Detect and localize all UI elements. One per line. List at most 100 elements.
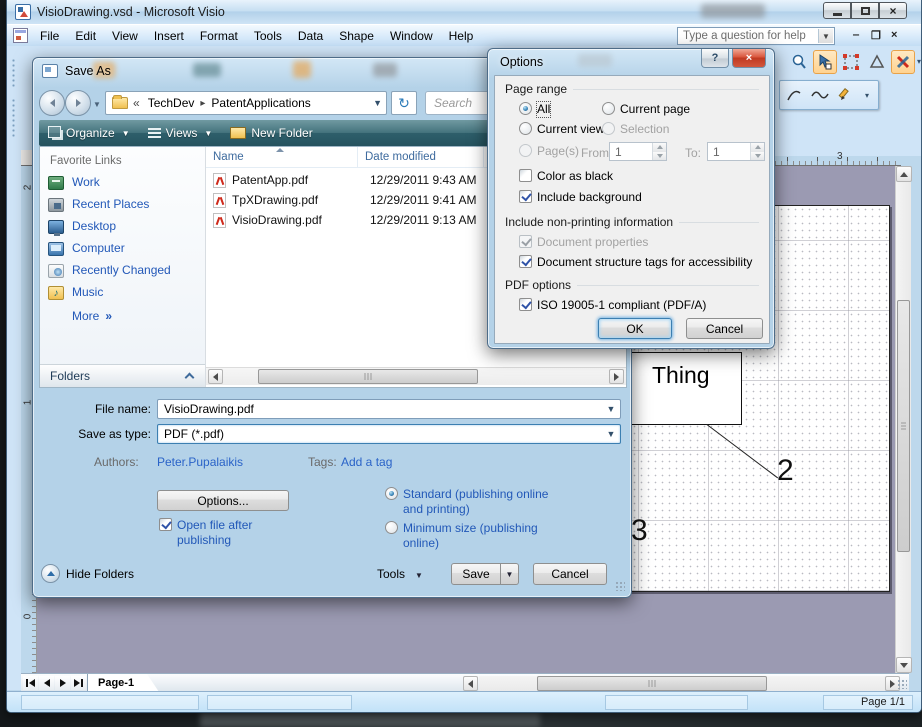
current-page-radio[interactable] bbox=[602, 102, 615, 115]
column-header-date-modified[interactable]: Date modified bbox=[358, 147, 484, 167]
open-file-after-publishing-checkbox[interactable] bbox=[159, 518, 172, 531]
triangle-left-icon bbox=[29, 679, 35, 687]
toolbar-overflow-icon[interactable]: ▾ bbox=[915, 58, 922, 65]
sidebar-item-recently-changed[interactable]: Recently Changed bbox=[48, 263, 171, 278]
current-view-radio[interactable] bbox=[519, 122, 532, 135]
document-structure-tags-checkbox[interactable] bbox=[519, 255, 532, 268]
delete-x-icon[interactable] bbox=[891, 50, 915, 74]
pencil-tool-icon[interactable] bbox=[834, 83, 858, 107]
file-list-horizontal-scrollbar[interactable] bbox=[206, 367, 626, 385]
standard-publishing-radio[interactable] bbox=[385, 487, 398, 500]
save-dropdown-button[interactable]: ▼ bbox=[501, 563, 519, 585]
nav-history-dropdown-icon[interactable]: ▼ bbox=[93, 100, 101, 109]
mdi-close-button[interactable]: × bbox=[891, 29, 897, 41]
include-background-checkbox[interactable] bbox=[519, 190, 532, 203]
close-button[interactable]: × bbox=[879, 2, 907, 19]
sidebar-item-recent-places[interactable]: Recent Places bbox=[48, 197, 149, 212]
background-window-fragment bbox=[200, 712, 540, 727]
help-button[interactable]: ? bbox=[701, 49, 729, 68]
sidebar-item-computer[interactable]: Computer bbox=[48, 241, 125, 256]
breadcrumb-overflow-chevrons[interactable]: « bbox=[133, 96, 140, 110]
zoom-tool-icon[interactable] bbox=[787, 50, 811, 74]
drawing-toolbar-overflow-icon[interactable]: ▾ bbox=[862, 92, 872, 99]
menu-insert[interactable]: Insert bbox=[146, 26, 192, 46]
scroll-grip-icon bbox=[901, 423, 906, 430]
organize-button[interactable]: Organize ▼ bbox=[39, 120, 139, 146]
chevron-down-icon[interactable]: ▼ bbox=[604, 427, 618, 441]
menu-format[interactable]: Format bbox=[192, 26, 246, 46]
options-button[interactable]: Options... bbox=[157, 490, 289, 511]
vertical-scroll-thumb[interactable] bbox=[897, 300, 910, 552]
address-breadcrumb-bar[interactable]: « TechDev ▸ PatentApplications ▼ bbox=[105, 91, 387, 115]
save-as-type-select[interactable]: PDF (*.pdf) ▼ bbox=[157, 424, 621, 444]
dialog-cancel-button[interactable]: Cancel bbox=[686, 318, 763, 339]
hscroll-left-button[interactable] bbox=[208, 369, 223, 384]
minimum-size-radio[interactable] bbox=[385, 521, 398, 534]
menu-view[interactable]: View bbox=[104, 26, 146, 46]
add-a-tag-link[interactable]: Add a tag bbox=[341, 455, 392, 469]
toolbar-grip[interactable] bbox=[11, 58, 16, 88]
page-tab[interactable]: Page-1 bbox=[87, 674, 159, 692]
menu-data[interactable]: Data bbox=[290, 26, 331, 46]
file-name-input[interactable]: VisioDrawing.pdf ▼ bbox=[157, 399, 621, 419]
canvas-vertical-scrollbar[interactable] bbox=[895, 166, 911, 673]
menu-help[interactable]: Help bbox=[441, 26, 482, 46]
tools-dropdown[interactable]: Tools bbox=[377, 567, 405, 582]
freeform-tool-icon[interactable] bbox=[808, 83, 832, 107]
save-button[interactable]: Save bbox=[451, 563, 501, 585]
chevron-down-icon[interactable]: ▼ bbox=[818, 29, 833, 43]
canvas-horizontal-scrollbar[interactable] bbox=[479, 676, 885, 692]
menu-file[interactable]: File bbox=[32, 26, 67, 46]
breadcrumb-patentapplications[interactable]: PatentApplications bbox=[211, 96, 310, 110]
next-page-button[interactable] bbox=[55, 676, 70, 690]
marquee-select-icon[interactable] bbox=[839, 50, 863, 74]
scroll-up-button[interactable] bbox=[896, 166, 912, 182]
tools-chevron-down-icon[interactable]: ▼ bbox=[415, 571, 423, 580]
sidebar-item-music[interactable]: ♪ Music bbox=[48, 285, 103, 300]
mdi-restore-button[interactable]: ❐ bbox=[871, 29, 881, 42]
sidebar-item-work[interactable]: Work bbox=[48, 175, 100, 190]
cancel-button[interactable]: Cancel bbox=[533, 563, 607, 585]
ok-button[interactable]: OK bbox=[598, 318, 672, 339]
shape-outline-icon[interactable] bbox=[865, 50, 889, 74]
arc-tool-icon[interactable] bbox=[782, 83, 806, 107]
horizontal-scroll-thumb[interactable] bbox=[537, 676, 767, 691]
sidebar-item-desktop[interactable]: Desktop bbox=[48, 219, 116, 234]
hscroll-right-button[interactable] bbox=[609, 369, 624, 384]
back-button[interactable] bbox=[39, 90, 65, 116]
horizontal-scroll-thumb[interactable] bbox=[258, 369, 478, 384]
breadcrumb-techdev[interactable]: TechDev bbox=[148, 96, 195, 110]
hide-folders-label[interactable]: Hide Folders bbox=[66, 567, 134, 582]
pointer-tool-icon[interactable] bbox=[813, 50, 837, 74]
chevron-down-icon[interactable]: ▼ bbox=[604, 402, 618, 416]
menu-window[interactable]: Window bbox=[382, 26, 441, 46]
hscroll-left-button[interactable] bbox=[463, 676, 478, 691]
hide-folders-button[interactable] bbox=[41, 564, 60, 583]
column-header-name[interactable]: Name bbox=[206, 147, 358, 167]
menu-tools[interactable]: Tools bbox=[246, 26, 290, 46]
all-pages-radio[interactable] bbox=[519, 102, 532, 115]
forward-button[interactable] bbox=[65, 90, 91, 116]
views-button[interactable]: Views ▼ bbox=[139, 120, 222, 146]
dialog-close-button[interactable]: × bbox=[732, 49, 766, 68]
color-as-black-checkbox[interactable] bbox=[519, 169, 532, 182]
address-dropdown-icon[interactable]: ▼ bbox=[373, 98, 382, 108]
new-folder-button[interactable]: New Folder bbox=[221, 120, 321, 146]
refresh-button[interactable]: ↻ bbox=[391, 91, 417, 115]
previous-page-button[interactable] bbox=[39, 676, 54, 690]
maximize-button[interactable] bbox=[851, 2, 879, 19]
menu-edit[interactable]: Edit bbox=[67, 26, 104, 46]
menu-shape[interactable]: Shape bbox=[331, 26, 382, 46]
resize-grip-icon[interactable] bbox=[615, 581, 625, 591]
mdi-minimize-button[interactable]: ‒ bbox=[853, 29, 859, 41]
authors-value-link[interactable]: Peter.Pupalaikis bbox=[157, 455, 243, 469]
last-page-button[interactable] bbox=[71, 676, 86, 690]
toolbar-grip[interactable] bbox=[11, 98, 16, 138]
scroll-down-button[interactable] bbox=[896, 657, 912, 673]
folders-expander[interactable]: Folders bbox=[40, 364, 205, 387]
first-page-button[interactable] bbox=[23, 676, 38, 690]
iso-19005-checkbox[interactable] bbox=[519, 298, 532, 311]
question-help-input[interactable]: Type a question for help ▼ bbox=[677, 27, 835, 45]
minimize-button[interactable] bbox=[823, 2, 851, 19]
sidebar-more-link[interactable]: More » bbox=[72, 309, 112, 324]
